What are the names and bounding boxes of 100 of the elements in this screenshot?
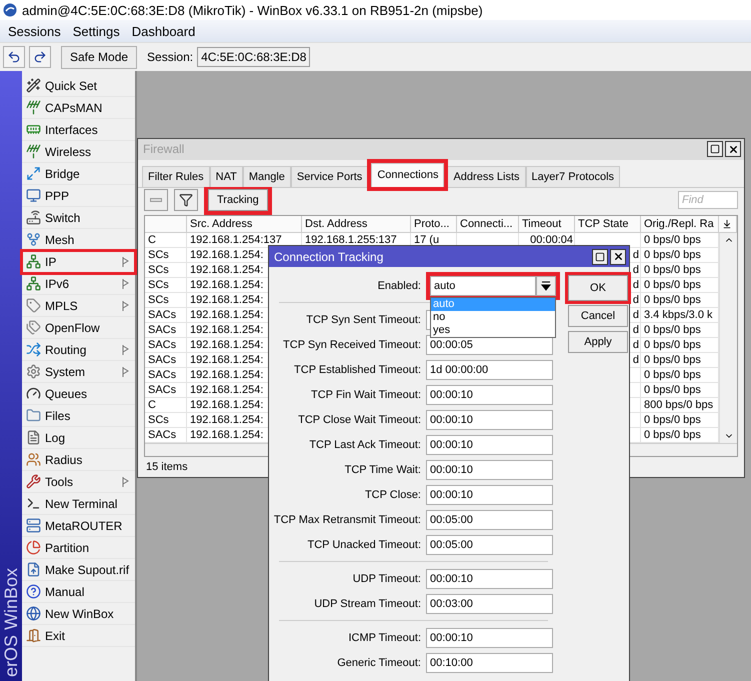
shuffle-icon: [26, 342, 41, 357]
settings-icon: [26, 364, 41, 379]
tab[interactable]: Mangle: [242, 166, 291, 187]
filter-button[interactable]: [174, 189, 198, 212]
timeout-field[interactable]: 00:00:10: [426, 384, 553, 404]
column-menu-button[interactable]: [719, 216, 737, 233]
sidebar-item[interactable]: Manual: [22, 581, 135, 603]
sidebar-item[interactable]: IPv6: [22, 273, 135, 295]
timeout-field[interactable]: 00:00:10: [426, 410, 553, 430]
column-header[interactable]: Src. Address: [187, 216, 302, 233]
table-cell: SACs: [145, 383, 187, 398]
table-cell: C: [145, 233, 187, 248]
column-header[interactable]: Proto...: [411, 216, 457, 233]
sidebar-item[interactable]: Queues: [22, 383, 135, 405]
terminal-icon: [26, 496, 41, 511]
column-header[interactable]: Orig./Repl. Ra: [641, 216, 719, 233]
sidebar-item[interactable]: Log: [22, 427, 135, 449]
tab[interactable]: Filter Rules: [142, 166, 210, 187]
timeout-field[interactable]: 00:00:10: [426, 568, 553, 588]
sidebar-item[interactable]: CAPsMAN: [22, 97, 135, 119]
globe-icon: [26, 606, 41, 621]
sidebar-item[interactable]: Bridge: [22, 163, 135, 185]
sidebar-item[interactable]: MPLS: [22, 295, 135, 317]
filter-icon: [179, 193, 193, 208]
close-icon: [612, 251, 624, 262]
table-cell: SACs: [145, 353, 187, 368]
tag-icon: [26, 298, 41, 313]
close-button[interactable]: [725, 141, 741, 158]
timeout-field[interactable]: 00:10:00: [426, 652, 553, 672]
sidebar-item[interactable]: Partition: [22, 537, 135, 559]
sidebar-item[interactable]: Tools: [22, 471, 135, 493]
sidebar-item[interactable]: Interfaces: [22, 119, 135, 141]
file-upload-icon: [26, 562, 41, 577]
wrench-icon: [26, 474, 41, 489]
sidebar-item[interactable]: Routing: [22, 339, 135, 361]
table-cell: SCs: [145, 248, 187, 263]
field-label: Enabled:: [376, 280, 421, 292]
sidebar-item[interactable]: Radius: [22, 449, 135, 471]
menu-item[interactable]: Sessions: [2, 24, 67, 38]
column-header[interactable]: TCP State: [575, 216, 641, 233]
timeout-field[interactable]: 00:00:10: [426, 628, 553, 648]
menu-item[interactable]: Settings: [66, 24, 126, 38]
router-icon: [26, 210, 41, 225]
timeout-field[interactable]: 00:05:00: [426, 534, 553, 554]
menu-item[interactable]: Dashboard: [126, 24, 202, 38]
sidebar-item[interactable]: System: [22, 361, 135, 383]
tab[interactable]: Service Ports: [290, 166, 368, 187]
table-cell: C: [145, 398, 187, 413]
magic-wand-icon: [26, 78, 41, 93]
sidebar-item[interactable]: PPP: [22, 185, 135, 207]
tab[interactable]: NAT: [210, 166, 243, 187]
memory-card-icon: [26, 122, 41, 137]
sidebar-item[interactable]: Exit: [22, 625, 135, 647]
sidebar-item[interactable]: OpenFlow: [22, 317, 135, 339]
column-header[interactable]: Timeout: [519, 216, 575, 233]
maximize-button[interactable]: [592, 248, 608, 264]
table-cell: SACs: [145, 338, 187, 353]
maximize-button[interactable]: [707, 141, 723, 158]
help-icon: [26, 584, 41, 599]
find-field[interactable]: Find: [678, 191, 738, 210]
timeout-field[interactable]: 00:00:10: [426, 484, 553, 504]
sidebar-item[interactable]: New Terminal: [22, 493, 135, 515]
field-label: TCP Max Retransmit Timeout:: [272, 514, 421, 526]
sidebar-item[interactable]: MetaROUTER: [22, 515, 135, 537]
field-label: TCP Last Ack Timeout:: [308, 438, 421, 450]
sidebar-item[interactable]: Mesh: [22, 229, 135, 251]
vertical-scrollbar[interactable]: [719, 233, 737, 443]
sidebar-item[interactable]: Switch: [22, 207, 135, 229]
table-cell: SACs: [145, 308, 187, 323]
field-label: Generic Timeout:: [336, 656, 421, 668]
session-label: Session:: [147, 50, 194, 64]
table-cell: SACs: [145, 323, 187, 338]
close-button[interactable]: [610, 248, 626, 264]
safe-mode-button[interactable]: Safe Mode: [61, 46, 138, 68]
dialog-button[interactable]: Apply: [568, 331, 628, 353]
sidebar-item[interactable]: New WinBox: [22, 603, 135, 625]
timeout-field[interactable]: 00:00:10: [426, 434, 553, 454]
sidebar-item[interactable]: Files: [22, 405, 135, 427]
arrows-icon: [26, 166, 41, 181]
tab[interactable]: Address Lists: [447, 166, 526, 187]
timeout-field[interactable]: 00:00:10: [426, 460, 553, 480]
column-header[interactable]: Dst. Address: [302, 216, 411, 233]
dialog-button[interactable]: Cancel: [568, 305, 628, 327]
timeout-field[interactable]: 00:05:00: [426, 510, 553, 530]
sidebar-item[interactable]: Wireless: [22, 141, 135, 163]
brand-text: erOS WinBox: [0, 568, 22, 679]
dropdown-option[interactable]: no: [431, 310, 555, 324]
timeout-field[interactable]: 00:03:00: [426, 594, 553, 614]
session-field[interactable]: 4C:5E:0C:68:3E:D8: [197, 47, 310, 67]
timeout-field[interactable]: 1d 00:00:00: [426, 360, 553, 380]
column-header[interactable]: Connecti...: [457, 216, 519, 233]
undo-button[interactable]: [3, 46, 25, 68]
sidebar-item[interactable]: Make Supout.rif: [22, 559, 135, 581]
sidebar-item[interactable]: IP: [22, 251, 135, 273]
sidebar-item[interactable]: Quick Set: [22, 75, 135, 97]
tab[interactable]: Layer7 Protocols: [526, 166, 620, 187]
redo-button[interactable]: [29, 46, 51, 68]
dialog-button[interactable]: OK: [568, 275, 628, 301]
minus-icon: [150, 198, 162, 202]
undo-icon: [7, 50, 21, 64]
